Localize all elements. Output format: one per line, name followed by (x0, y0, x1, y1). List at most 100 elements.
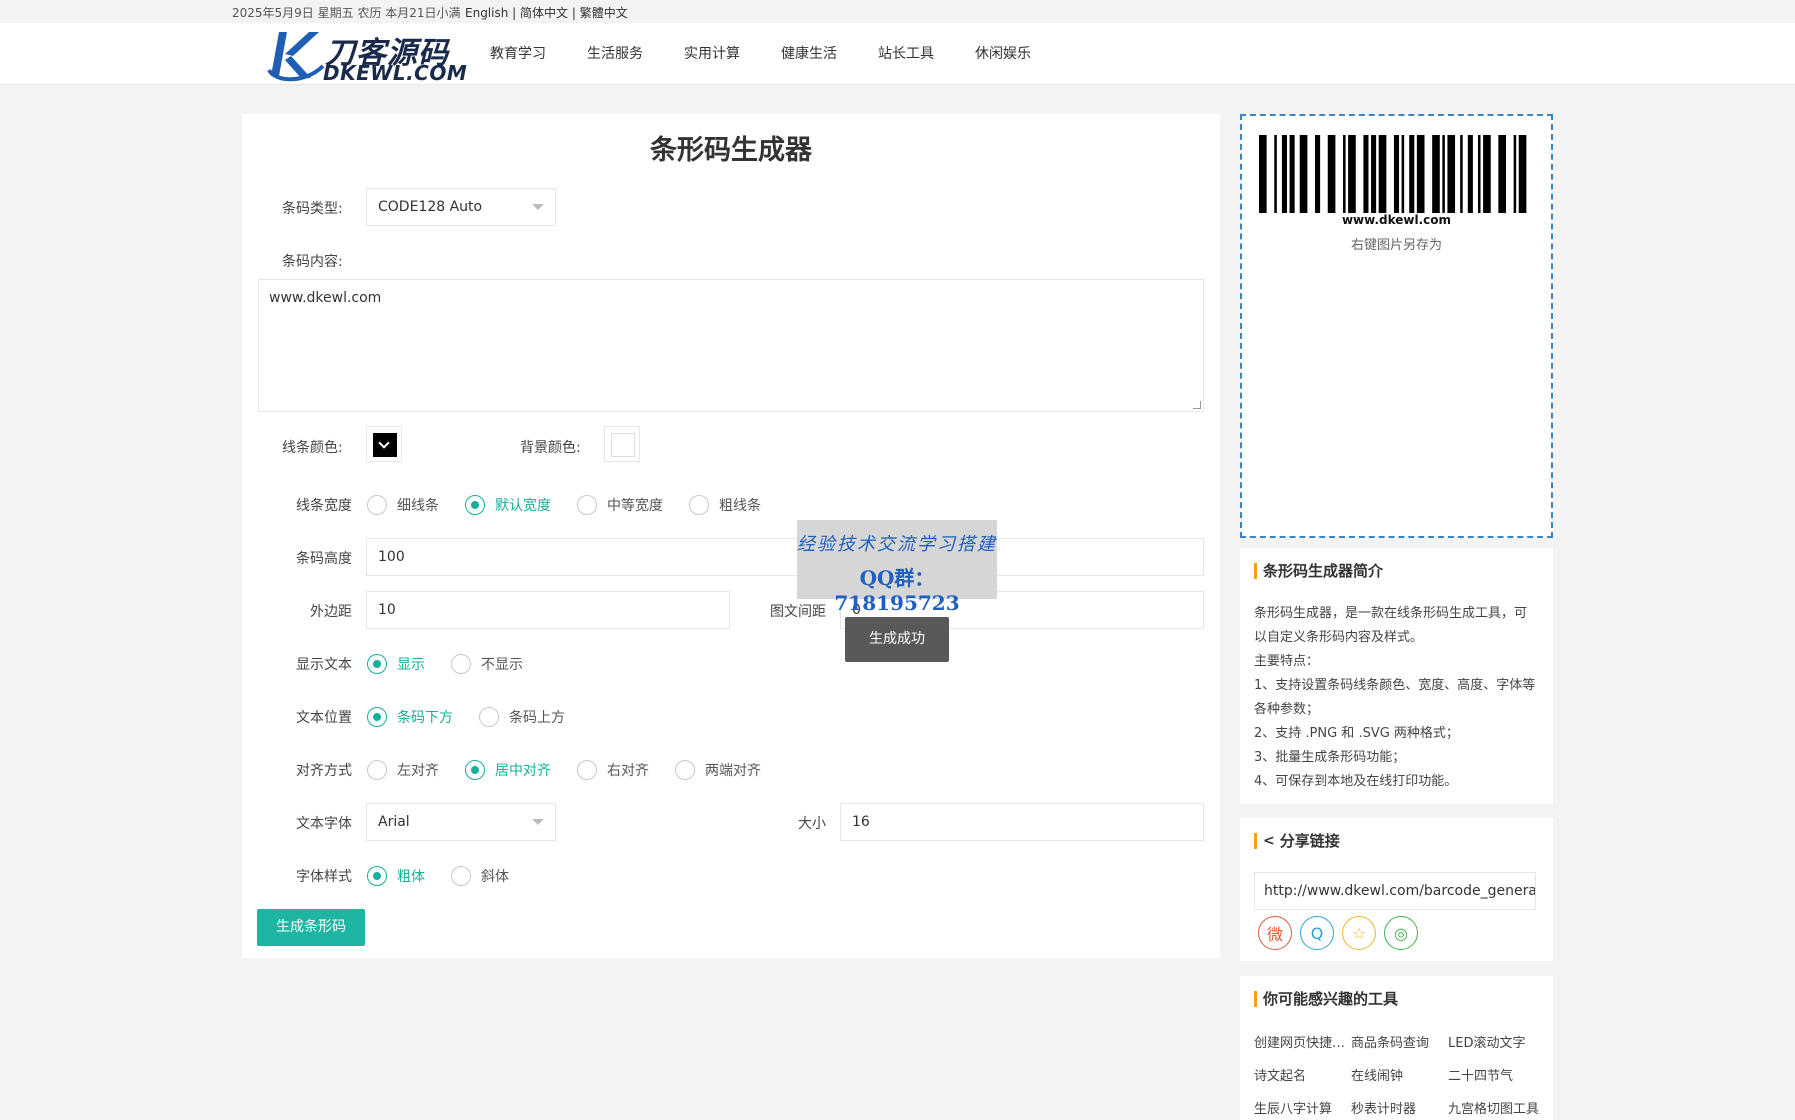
tool-link[interactable]: 创建网页快捷方式 (1254, 1032, 1351, 1051)
radio-align-left[interactable]: 左对齐 (367, 760, 439, 780)
show-text-radio-group: 显示 不显示 (367, 654, 549, 674)
margin-label: 外边距 (310, 604, 352, 620)
text-position-radio-group: 条码下方 条码上方 (367, 707, 591, 727)
radio-text-below[interactable]: 条码下方 (367, 707, 453, 727)
line-color-picker[interactable] (366, 426, 402, 462)
resize-handle-icon[interactable] (1193, 401, 1201, 409)
font-style-radio-group: 粗体 斜体 (367, 866, 535, 886)
text-font-value: Arial (378, 814, 410, 830)
share-title-text: 分享链接 (1279, 832, 1340, 850)
section-bar-decoration (1254, 562, 1257, 579)
barcode-height-label: 条码高度 (296, 551, 352, 567)
related-tools-panel: 你可能感兴趣的工具 创建网页快捷方式 商品条码查询 LED滚动文字 诗文起名 在… (1240, 976, 1553, 1120)
chevron-down-icon (378, 437, 390, 449)
bg-color-swatch (611, 433, 635, 457)
radio-medium-width[interactable]: 中等宽度 (577, 495, 663, 515)
radio-align-justify[interactable]: 两端对齐 (675, 760, 761, 780)
barcode-bar (1363, 135, 1369, 213)
qq-icon[interactable]: Q (1300, 916, 1334, 950)
barcode-content-textarea[interactable]: www.dkewl.com (258, 279, 1204, 412)
radio-thick-line[interactable]: 粗线条 (689, 495, 761, 515)
radio-circle (367, 866, 387, 886)
lang-traditional-link[interactable]: 繁體中文 (580, 6, 628, 20)
nav-calculators[interactable]: 实用计算 (684, 23, 740, 85)
intro-line: 2、支持 .PNG 和 .SVG 两种格式； (1254, 726, 1459, 741)
radio-align-center[interactable]: 居中对齐 (465, 760, 551, 780)
radio-circle (689, 495, 709, 515)
share-icons: 微 Q ☆ ◎ (1258, 916, 1426, 950)
nav-webmaster-tools[interactable]: 站长工具 (878, 23, 934, 85)
intro-line: 4、可保存到本地及在线打印功能。 (1254, 774, 1458, 789)
barcode-bar (1327, 135, 1336, 213)
radio-show-text[interactable]: 显示 (367, 654, 425, 674)
radio-thin-line[interactable]: 细线条 (367, 495, 439, 515)
tool-link[interactable]: 九宫格切图工具 (1448, 1098, 1544, 1117)
tools-grid: 创建网页快捷方式 商品条码查询 LED滚动文字 诗文起名 在线闹钟 二十四节气 … (1254, 1032, 1544, 1117)
share-icon: < (1263, 832, 1275, 849)
alignment-radio-group: 左对齐 居中对齐 右对齐 两端对齐 (367, 760, 787, 780)
nav-entertainment[interactable]: 休闲娱乐 (975, 23, 1031, 85)
lang-english-link[interactable]: English (465, 6, 508, 20)
share-url-input[interactable]: http://www.dkewl.com/barcode_generator (1254, 872, 1536, 910)
favorite-star-icon[interactable]: ☆ (1342, 916, 1376, 950)
wechat-icon[interactable]: ◎ (1384, 916, 1418, 950)
barcode-type-select[interactable]: CODE128 Auto (366, 188, 556, 226)
text-font-select[interactable]: Arial (366, 803, 556, 841)
tools-title-text: 你可能感兴趣的工具 (1263, 990, 1399, 1008)
lang-simplified-link[interactable]: 简体中文 (520, 6, 568, 20)
nav-health[interactable]: 健康生活 (781, 23, 837, 85)
radio-align-right[interactable]: 右对齐 (577, 760, 649, 780)
barcode-bar (1409, 135, 1415, 213)
radio-label: 居中对齐 (495, 763, 551, 779)
barcode-bar (1259, 135, 1267, 213)
tool-link[interactable]: 商品条码查询 (1351, 1032, 1448, 1051)
intro-title-text: 条形码生成器简介 (1263, 562, 1384, 580)
tools-title: 你可能感兴趣的工具 (1254, 988, 1398, 1009)
radio-label: 粗线条 (719, 498, 761, 514)
tool-link[interactable]: 二十四节气 (1448, 1065, 1544, 1084)
barcode-bar (1416, 135, 1425, 213)
radio-circle (451, 654, 471, 674)
share-panel: < 分享链接 http://www.dkewl.com/barcode_gener… (1240, 818, 1553, 961)
radio-text-above[interactable]: 条码上方 (479, 707, 565, 727)
tool-link[interactable]: 诗文起名 (1254, 1065, 1351, 1084)
site-logo[interactable]: 刀客源码 DKEWL.COM (265, 26, 467, 85)
lang-separator: | (568, 6, 580, 20)
barcode-image[interactable] (1259, 135, 1534, 213)
generate-barcode-button[interactable]: 生成条形码 (257, 909, 365, 946)
tool-link[interactable]: 秒表计时器 (1351, 1098, 1448, 1117)
barcode-bar (1299, 135, 1308, 213)
intro-line: 条形码生成器，是一款在线条形码生成工具，可以自定义条形码内容及样式。 (1254, 606, 1528, 645)
radio-circle (367, 495, 387, 515)
font-style-label: 字体样式 (296, 869, 352, 885)
font-size-input[interactable]: 16 (840, 803, 1204, 841)
radio-circle (675, 760, 695, 780)
weibo-icon[interactable]: 微 (1258, 916, 1292, 950)
nav-life-services[interactable]: 生活服务 (587, 23, 643, 85)
radio-hide-text[interactable]: 不显示 (451, 654, 523, 674)
radio-bold[interactable]: 粗体 (367, 866, 425, 886)
barcode-height-input[interactable]: 100 (366, 538, 1204, 576)
radio-circle (367, 654, 387, 674)
radio-circle (577, 760, 597, 780)
lunar-date-text: 2025年5月9日 星期五 农历 本月21日小满 (232, 6, 461, 20)
barcode-bar (1274, 135, 1277, 213)
nav-education[interactable]: 教育学习 (490, 23, 546, 85)
intro-panel: 条形码生成器简介 条形码生成器，是一款在线条形码生成工具，可以自定义条形码内容及… (1240, 548, 1553, 804)
radio-label: 斜体 (481, 869, 509, 885)
barcode-form-card: 条形码生成器 条码类型: CODE128 Auto 条码内容: www.dkew… (242, 114, 1220, 958)
line-color-label: 线条颜色: (282, 440, 343, 456)
watermark-line1: 经验技术交流学习搭建 (797, 534, 997, 555)
margin-value: 10 (378, 602, 396, 618)
radio-default-width[interactable]: 默认宽度 (465, 495, 551, 515)
barcode-bar (1348, 135, 1356, 213)
margin-input[interactable]: 10 (366, 591, 730, 629)
tool-link[interactable]: LED滚动文字 (1448, 1032, 1544, 1051)
success-toast: 生成成功 (845, 617, 949, 662)
tool-link[interactable]: 生辰八字计算 (1254, 1098, 1351, 1117)
chevron-down-icon (532, 819, 544, 825)
tool-link[interactable]: 在线闹钟 (1351, 1065, 1448, 1084)
bg-color-picker[interactable] (604, 426, 640, 462)
lang-separator: | (508, 6, 521, 20)
radio-italic[interactable]: 斜体 (451, 866, 509, 886)
